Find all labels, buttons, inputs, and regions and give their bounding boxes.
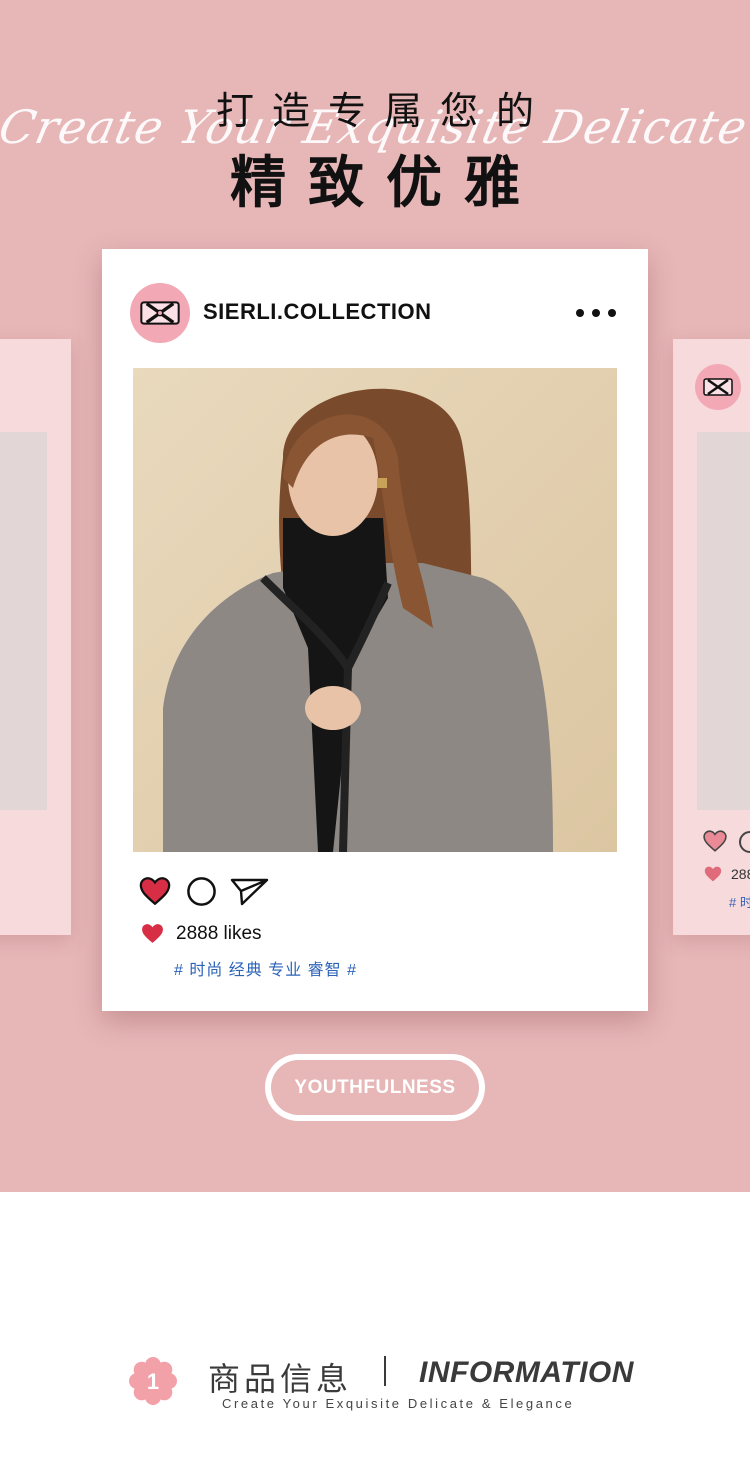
side-card-photo [0,432,47,810]
side-post-card-left [0,339,71,935]
post-photo [133,368,617,852]
title-divider [384,1356,386,1386]
heart-icon [704,866,722,882]
info-section-header: 1 商品信息 INFORMATION Create Your Exquisite… [0,1350,750,1420]
post-actions [138,875,278,909]
heart-icon [142,924,163,943]
likes-row: 2888 likes [140,921,440,949]
post-username[interactable]: SIERLI.COLLECTION [203,299,432,325]
side-card-photo [697,432,750,810]
likes-count: 2888 likes [176,923,262,944]
side-likes-text: 288 [731,866,750,882]
comment-icon[interactable] [186,876,217,907]
share-send-icon[interactable] [230,877,270,907]
post-hashtags[interactable]: # 时尚 经典 专业 睿智 # [174,956,357,980]
heart-icon[interactable] [138,875,172,907]
badge-label: YOUTHFULNESS [271,1060,479,1115]
model-photo-illustration [133,368,617,852]
side-post-card-right: 288 # 时 [673,339,750,935]
brand-monogram-icon [695,364,741,410]
more-dots-icon[interactable] [576,308,616,318]
brand-monogram-icon [140,301,180,325]
headline-primary: 打造专属您的 [215,89,552,133]
side-tags-text: # 时 [729,895,750,910]
heart-icon[interactable] [701,829,729,853]
headline-secondary: 精致优雅 [230,151,542,216]
flower-number-icon: 1 [129,1357,177,1405]
info-subtitle: Create Your Exquisite Delicate & Eleganc… [222,1396,575,1411]
post-card: SIERLI.COLLECTION 2888 likes # 时尚 经典 专业 … [102,249,648,1011]
comment-icon[interactable] [739,831,750,853]
youthfulness-badge[interactable]: YOUTHFULNESS [265,1054,485,1121]
hero-section: Create Your Exquisite Delicate & Eleganc… [0,0,750,1192]
avatar[interactable] [130,283,190,343]
section-number: 1 [147,1369,159,1394]
info-title-en: INFORMATION [419,1356,634,1389]
info-title-cn: 商品信息 [208,1360,353,1398]
